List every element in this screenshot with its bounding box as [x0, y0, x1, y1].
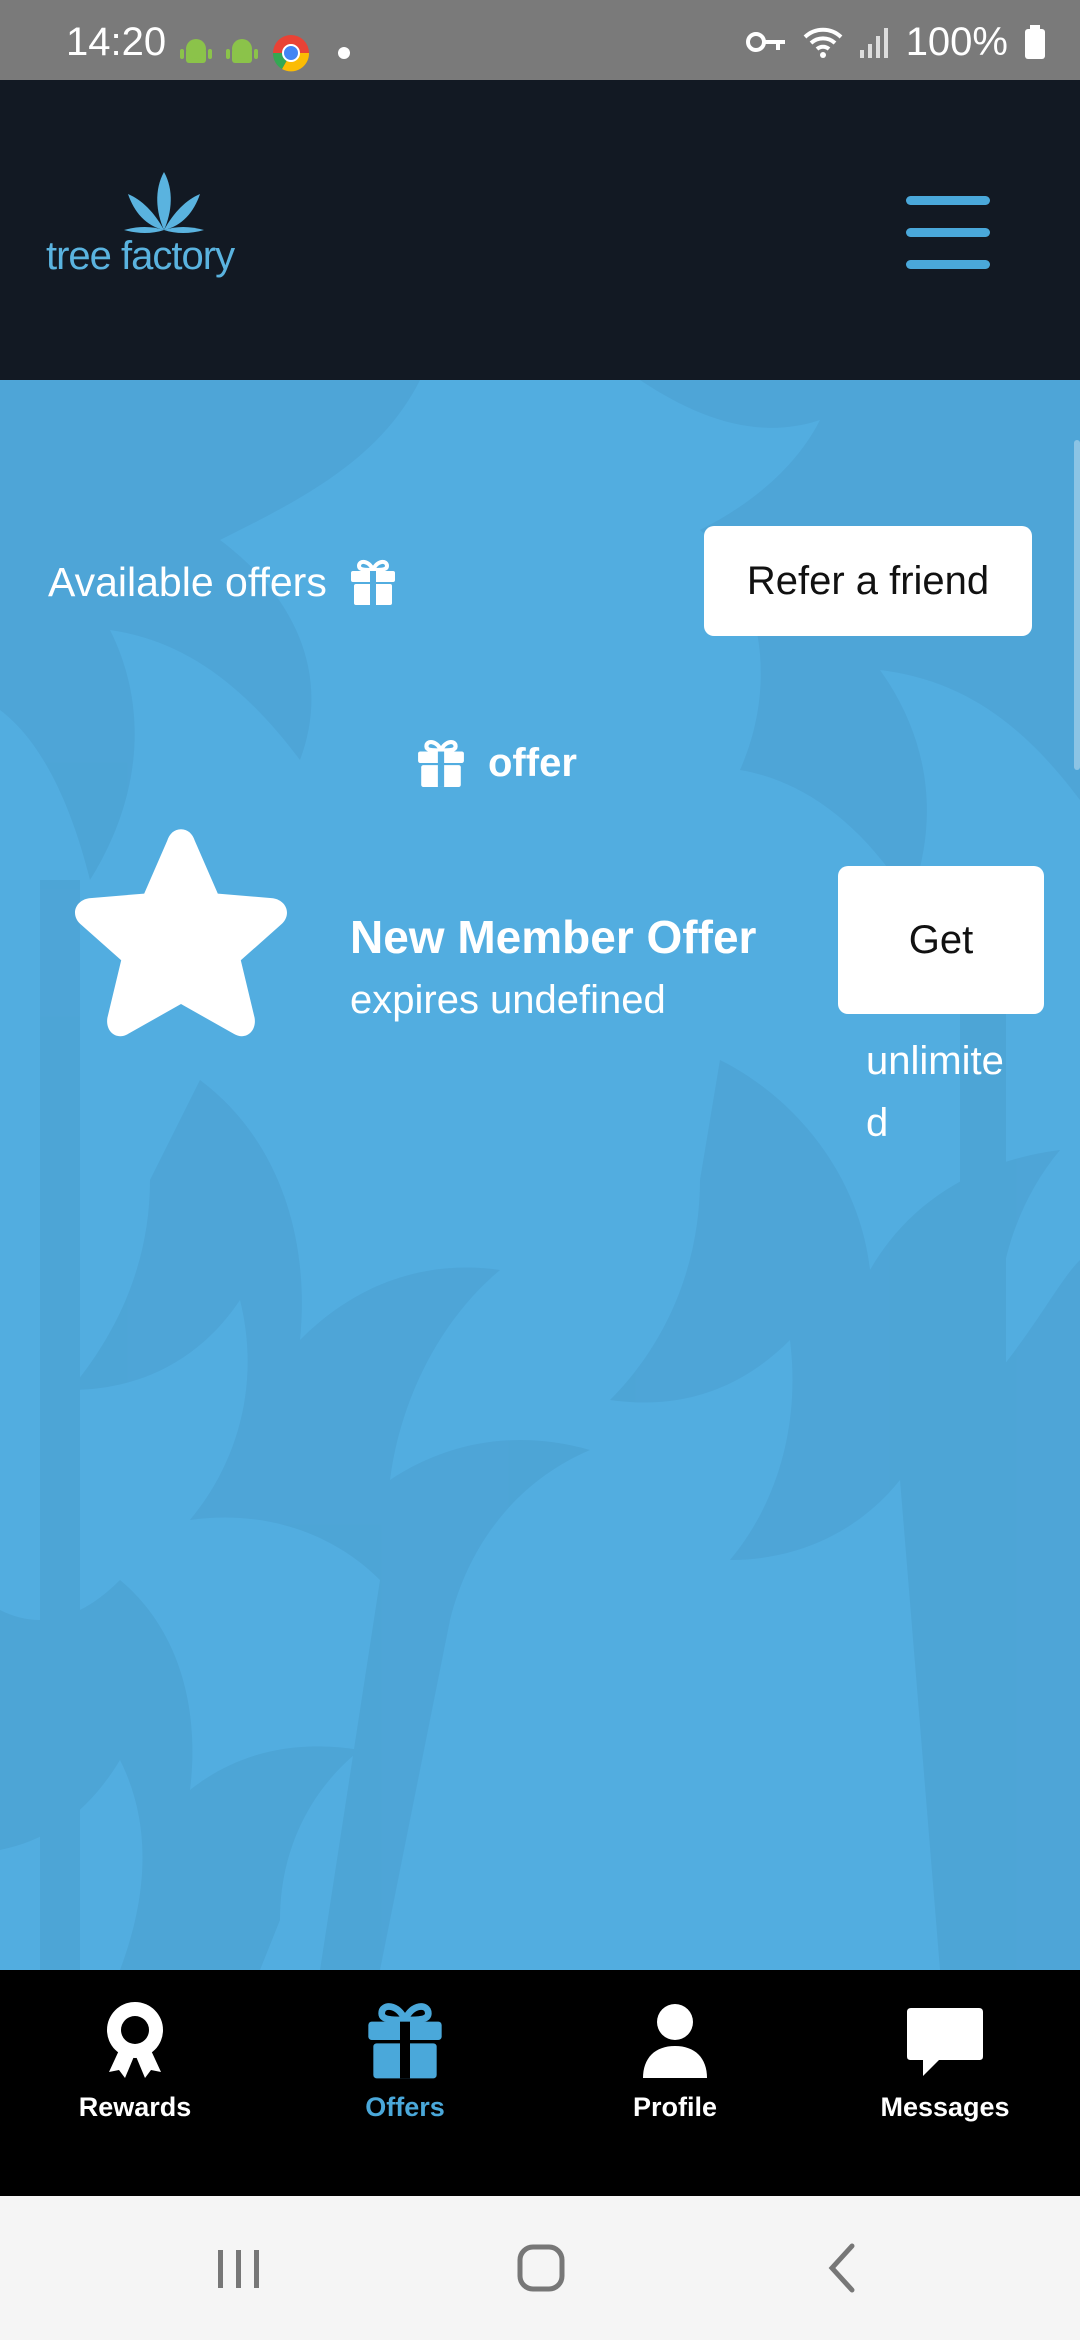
menu-button[interactable]	[902, 192, 992, 272]
available-offers-header: Available offers	[48, 558, 397, 606]
chrome-icon	[272, 35, 310, 72]
battery-percent: 100%	[905, 20, 1008, 64]
gift-icon	[350, 559, 395, 605]
refer-a-friend-button[interactable]: Refer a friend	[704, 526, 1032, 636]
notification-icons	[180, 34, 354, 72]
offer-card[interactable]: New Member Offer expires undefined Get u…	[0, 820, 1080, 1145]
back-icon[interactable]	[808, 2238, 878, 2298]
nav-label-offers: Offers	[365, 2092, 445, 2122]
signal-icon	[859, 28, 888, 58]
tree-factory-logo[interactable]: tree factory	[46, 172, 286, 282]
scroll-indicator[interactable]	[1074, 440, 1080, 770]
status-time: 14:20	[66, 20, 167, 64]
android-icon	[226, 39, 258, 63]
logo-text: tree factory	[46, 234, 235, 278]
offer-title: New Member Offer	[350, 911, 757, 963]
offer-section-heading: offer	[416, 738, 577, 788]
nav-label-messages: Messages	[880, 2092, 1010, 2122]
offer-limit: unlimited	[866, 1039, 1004, 1145]
hamburger-line	[906, 228, 990, 237]
offer-expiry: expires undefined	[350, 978, 666, 1022]
award-ribbon-icon	[107, 2002, 163, 2078]
system-status-icons: 100%	[745, 20, 1046, 64]
hamburger-line	[906, 260, 990, 269]
nav-label-rewards: Rewards	[78, 2092, 192, 2122]
nav-item-messages[interactable]: Messages	[810, 1970, 1080, 2196]
offers-content[interactable]: Available offers Refer a friend offer Ne…	[0, 380, 1080, 1970]
get-offer-button[interactable]: Get	[838, 866, 1044, 1014]
dot-icon	[338, 47, 350, 59]
battery-icon	[1025, 25, 1045, 59]
nav-item-offers[interactable]: Offers	[270, 1970, 540, 2196]
status-bar: 14:20 100%	[0, 0, 1080, 80]
app-header: tree factory	[0, 80, 1080, 380]
nav-item-profile[interactable]: Profile	[540, 1970, 810, 2196]
recent-apps-icon[interactable]	[204, 2238, 274, 2298]
nav-label-profile: Profile	[632, 2092, 718, 2122]
leaf-icon	[124, 172, 204, 233]
key-icon	[745, 32, 785, 52]
nav-item-rewards[interactable]: Rewards	[0, 1970, 270, 2196]
wifi-icon	[803, 27, 843, 58]
gift-icon	[368, 2003, 442, 2079]
offer-section-label: offer	[488, 740, 577, 785]
chat-bubble-icon	[907, 2008, 983, 2076]
system-navigation-bar	[0, 2196, 1080, 2340]
hamburger-menu-icon	[906, 196, 990, 205]
bottom-navigation: Rewards Offers Profile Messages	[0, 1970, 1080, 2196]
android-icon	[180, 39, 212, 63]
home-icon[interactable]	[506, 2238, 576, 2298]
available-offers-label: Available offers	[48, 558, 327, 605]
gift-icon	[418, 740, 464, 787]
user-icon	[643, 2004, 707, 2078]
star-icon	[75, 829, 287, 1037]
